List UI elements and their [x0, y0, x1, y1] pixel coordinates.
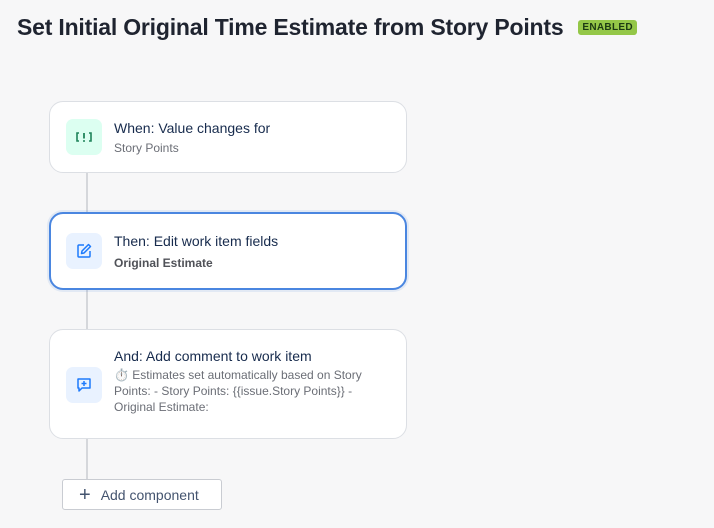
edit-fields-action-card[interactable]: Then: Edit work item fields Original Est… — [49, 212, 407, 290]
flow-connector — [86, 438, 88, 479]
plus-icon: + — [79, 483, 91, 506]
page-title: Set Initial Original Time Estimate from … — [17, 14, 564, 40]
add-component-label: Add component — [100, 486, 199, 503]
action-subtitle: Original Estimate — [114, 256, 213, 270]
add-comment-icon — [66, 367, 102, 403]
trigger-title: When: Value changes for — [114, 120, 271, 136]
action-title: Then: Edit work item fields — [114, 233, 279, 249]
trigger-card[interactable]: When: Value changes for Story Points — [49, 101, 407, 173]
flow-connector — [86, 173, 88, 213]
add-comment-action-card[interactable]: And: Add comment to work item ⏱️ Estimat… — [49, 329, 407, 439]
flow-connector — [86, 290, 88, 330]
comment-title: And: Add comment to work item — [114, 348, 312, 364]
edit-icon — [66, 233, 102, 269]
rule-header: Set Initial Original Time Estimate from … — [17, 14, 637, 41]
status-badge: ENABLED — [578, 20, 637, 35]
comment-body: ⏱️ Estimates set automatically based on … — [114, 368, 362, 414]
trigger-subtitle: Story Points — [114, 141, 179, 155]
value-change-icon — [66, 119, 102, 155]
add-component-button[interactable]: + Add component — [62, 479, 222, 510]
